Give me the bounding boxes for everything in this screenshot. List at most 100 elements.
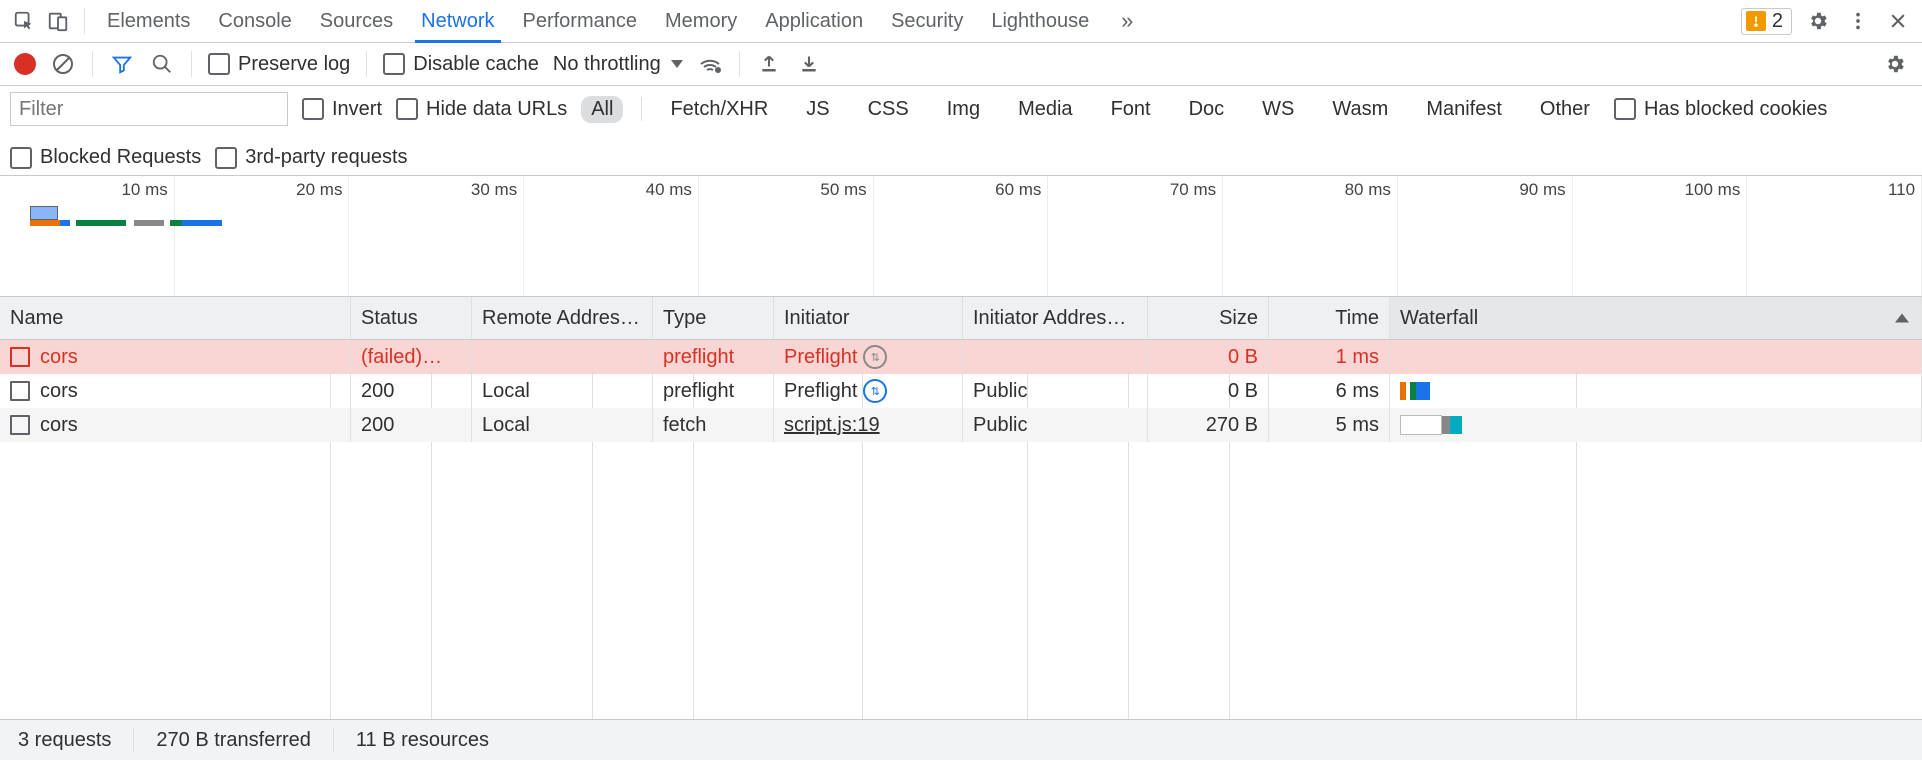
cell-waterfall bbox=[1390, 340, 1922, 374]
overview-timeline[interactable]: 10 ms20 ms30 ms40 ms50 ms60 ms70 ms80 ms… bbox=[0, 176, 1922, 297]
cell-status: 200 bbox=[351, 374, 472, 408]
device-toggle-icon[interactable] bbox=[44, 7, 72, 35]
tab-performance[interactable]: Performance bbox=[523, 0, 638, 42]
checkbox-icon bbox=[208, 53, 230, 75]
blocked-requests-label: Blocked Requests bbox=[40, 146, 201, 169]
type-filter-manifest[interactable]: Manifest bbox=[1416, 96, 1512, 123]
resource-type-filters: All Fetch/XHR JS CSS Img Media Font Doc WS Wasm Ma… bbox=[581, 96, 1600, 123]
tab-application[interactable]: Application bbox=[765, 0, 863, 42]
col-waterfall-label: Waterfall bbox=[1400, 307, 1478, 330]
tab-lighthouse[interactable]: Lighthouse bbox=[991, 0, 1089, 42]
issues-count: 2 bbox=[1772, 10, 1783, 33]
timeline-tick-label: 50 ms bbox=[820, 180, 866, 200]
preflight-icon: ⇅ bbox=[863, 345, 887, 369]
initiator-text: Preflight bbox=[784, 346, 857, 369]
checkbox-icon bbox=[1614, 98, 1636, 120]
has-blocked-cookies-label: Has blocked cookies bbox=[1644, 98, 1827, 121]
col-type[interactable]: Type bbox=[653, 297, 774, 339]
separator bbox=[84, 8, 85, 34]
request-row[interactable]: cors200LocalpreflightPreflight⇅Public0 B… bbox=[0, 374, 1922, 408]
throttling-value: No throttling bbox=[553, 53, 661, 76]
tabs-overflow-icon[interactable]: » bbox=[1113, 7, 1141, 35]
col-remote[interactable]: Remote Addres… bbox=[472, 297, 653, 339]
filter-input[interactable] bbox=[10, 92, 288, 126]
cell-initiator-address: Public bbox=[963, 374, 1148, 408]
request-name: cors bbox=[40, 414, 78, 437]
col-initiator[interactable]: Initiator bbox=[774, 297, 963, 339]
col-waterfall[interactable]: Waterfall bbox=[1390, 297, 1922, 339]
timeline-tick: 100 ms bbox=[1573, 176, 1748, 296]
throttling-select[interactable]: No throttling bbox=[553, 53, 683, 76]
clear-log-icon[interactable] bbox=[50, 51, 76, 77]
col-size[interactable]: Size bbox=[1148, 297, 1269, 339]
col-name[interactable]: Name bbox=[0, 297, 351, 339]
close-devtools-icon[interactable] bbox=[1884, 7, 1912, 35]
type-filter-doc[interactable]: Doc bbox=[1179, 96, 1235, 123]
timeline-tick-label: 40 ms bbox=[646, 180, 692, 200]
cell-waterfall bbox=[1390, 374, 1922, 408]
col-initiator-address[interactable]: Initiator Addres… bbox=[963, 297, 1148, 339]
type-filter-media[interactable]: Media bbox=[1008, 96, 1082, 123]
tab-security[interactable]: Security bbox=[891, 0, 963, 42]
inspect-element-icon[interactable] bbox=[10, 7, 38, 35]
filter-funnel-icon[interactable] bbox=[109, 51, 135, 77]
preserve-log-checkbox[interactable]: Preserve log bbox=[208, 53, 350, 76]
invert-checkbox[interactable]: Invert bbox=[302, 98, 382, 121]
export-har-icon[interactable] bbox=[796, 51, 822, 77]
cell-remote: Local bbox=[472, 374, 653, 408]
separator bbox=[739, 51, 740, 77]
cell-type: preflight bbox=[653, 340, 774, 374]
tab-sources[interactable]: Sources bbox=[320, 0, 393, 42]
timeline-tick: 70 ms bbox=[1048, 176, 1223, 296]
search-icon[interactable] bbox=[149, 51, 175, 77]
cell-remote bbox=[472, 340, 653, 374]
settings-gear-icon[interactable] bbox=[1804, 7, 1832, 35]
initiator-link[interactable]: script.js:19 bbox=[784, 414, 880, 437]
file-icon bbox=[10, 381, 30, 401]
status-requests: 3 requests bbox=[18, 729, 111, 752]
type-filter-font[interactable]: Font bbox=[1101, 96, 1161, 123]
type-filter-ws[interactable]: WS bbox=[1252, 96, 1304, 123]
table-body: cors(failed)…preflightPreflight⇅0 B1 msc… bbox=[0, 340, 1922, 719]
network-conditions-icon[interactable] bbox=[697, 51, 723, 77]
disable-cache-checkbox[interactable]: Disable cache bbox=[383, 53, 539, 76]
type-filter-img[interactable]: Img bbox=[937, 96, 990, 123]
cell-time: 1 ms bbox=[1269, 340, 1390, 374]
timeline-tick: 10 ms bbox=[0, 176, 175, 296]
requests-table: Name Status Remote Addres… Type Initiato… bbox=[0, 297, 1922, 720]
hide-data-urls-checkbox[interactable]: Hide data URLs bbox=[396, 98, 567, 121]
timeline-requests-strip bbox=[30, 220, 222, 226]
blocked-requests-checkbox[interactable]: Blocked Requests bbox=[10, 146, 201, 169]
waterfall-bar bbox=[1400, 416, 1462, 434]
has-blocked-cookies-checkbox[interactable]: Has blocked cookies bbox=[1614, 98, 1827, 121]
separator bbox=[191, 51, 192, 77]
tab-network[interactable]: Network bbox=[421, 0, 494, 42]
import-har-icon[interactable] bbox=[756, 51, 782, 77]
col-status[interactable]: Status bbox=[351, 297, 472, 339]
separator bbox=[641, 97, 642, 121]
type-filter-other[interactable]: Other bbox=[1530, 96, 1600, 123]
record-button[interactable] bbox=[14, 53, 36, 75]
type-filter-js[interactable]: JS bbox=[796, 96, 839, 123]
type-filter-wasm[interactable]: Wasm bbox=[1322, 96, 1398, 123]
tab-console[interactable]: Console bbox=[218, 0, 291, 42]
checkbox-icon bbox=[302, 98, 324, 120]
third-party-checkbox[interactable]: 3rd-party requests bbox=[215, 146, 407, 169]
cell-initiator: Preflight⇅ bbox=[774, 374, 963, 408]
type-filter-fetchxhr[interactable]: Fetch/XHR bbox=[660, 96, 778, 123]
timeline-tick: 110 bbox=[1747, 176, 1922, 296]
issues-badge[interactable]: 2 bbox=[1741, 8, 1792, 35]
third-party-label: 3rd-party requests bbox=[245, 146, 407, 169]
type-filter-all[interactable]: All bbox=[581, 96, 623, 123]
tab-memory[interactable]: Memory bbox=[665, 0, 737, 42]
kebab-menu-icon[interactable] bbox=[1844, 7, 1872, 35]
panel-settings-gear-icon[interactable] bbox=[1882, 51, 1908, 77]
col-time[interactable]: Time bbox=[1269, 297, 1390, 339]
request-row[interactable]: cors(failed)…preflightPreflight⇅0 B1 ms bbox=[0, 340, 1922, 374]
cell-size: 0 B bbox=[1148, 340, 1269, 374]
cell-size: 270 B bbox=[1148, 408, 1269, 442]
tab-elements[interactable]: Elements bbox=[107, 0, 190, 42]
separator bbox=[333, 728, 334, 752]
type-filter-css[interactable]: CSS bbox=[858, 96, 919, 123]
request-row[interactable]: cors200Localfetchscript.js:19Public270 B… bbox=[0, 408, 1922, 442]
